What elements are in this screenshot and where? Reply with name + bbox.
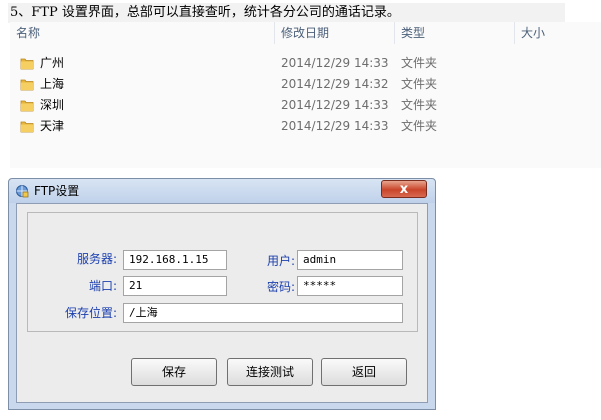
folder-icon — [20, 121, 34, 133]
column-header-modified[interactable]: 修改日期 — [274, 22, 394, 44]
server-label: 服务器: — [76, 252, 117, 266]
list-item[interactable]: 天津 2014/12/29 14:33 文件夹 — [10, 116, 601, 136]
folder-name-text: 天津 — [40, 119, 65, 133]
settings-group-box: 服务器: 192.168.1.15 用户: admin 端口: 21 密码: *… — [27, 212, 418, 332]
password-input[interactable]: ***** — [297, 276, 403, 296]
user-input[interactable]: admin — [297, 250, 403, 270]
folder-name: 天津 — [20, 116, 64, 136]
user-label: 用户: — [266, 254, 295, 268]
file-explorer-list: 名称 修改日期 类型 大小 广州 2014/12/29 14:33 文件夹 上海… — [10, 22, 601, 168]
folder-name: 深圳 — [20, 95, 64, 115]
dialog-title: FTP设置 — [34, 184, 80, 198]
item-type: 文件夹 — [401, 77, 438, 91]
column-header-name[interactable]: 名称 — [10, 22, 272, 44]
password-label: 密码: — [266, 280, 295, 294]
list-item[interactable]: 上海 2014/12/29 14:32 文件夹 — [10, 74, 601, 94]
server-input[interactable]: 192.168.1.15 — [123, 250, 227, 270]
port-input[interactable]: 21 — [123, 276, 227, 296]
ftp-settings-dialog: FTP设置 x 服务器: 192.168.1.15 用户: admin 端口: … — [8, 178, 436, 410]
column-header-size[interactable]: 大小 — [514, 22, 601, 44]
folder-icon — [20, 79, 34, 91]
close-icon: x — [399, 182, 409, 197]
list-item[interactable]: 深圳 2014/12/29 14:33 文件夹 — [10, 95, 601, 115]
folder-name-text: 深圳 — [40, 98, 65, 112]
folder-name: 广州 — [20, 53, 64, 73]
connection-test-button[interactable]: 连接测试 — [227, 358, 313, 386]
back-button[interactable]: 返回 — [321, 358, 407, 386]
item-type: 文件夹 — [401, 56, 438, 70]
item-type: 文件夹 — [401, 119, 438, 133]
save-path-input[interactable]: /上海 — [123, 303, 403, 323]
modified-date: 2014/12/29 14:33 — [281, 119, 389, 133]
list-item[interactable]: 广州 2014/12/29 14:33 文件夹 — [10, 53, 601, 73]
save-path-label: 保存位置: — [64, 306, 117, 320]
save-button[interactable]: 保存 — [131, 358, 217, 386]
folder-name: 上海 — [20, 74, 64, 94]
folder-icon — [20, 100, 34, 112]
page-caption: 5、FTP 设置界面，总部可以直接查听，统计各分公司的通话记录。 — [8, 3, 565, 23]
dialog-titlebar[interactable]: FTP设置 x — [9, 179, 435, 203]
column-headers: 名称 修改日期 类型 大小 — [10, 22, 601, 44]
network-settings-icon — [16, 185, 29, 198]
folder-name-text: 上海 — [40, 77, 65, 91]
close-button[interactable]: x — [381, 180, 427, 198]
item-type: 文件夹 — [401, 98, 438, 112]
modified-date: 2014/12/29 14:32 — [281, 77, 389, 91]
modified-date: 2014/12/29 14:33 — [281, 56, 389, 70]
folder-icon — [20, 58, 34, 70]
folder-name-text: 广州 — [40, 56, 65, 70]
modified-date: 2014/12/29 14:33 — [281, 98, 389, 112]
dialog-client-area: 服务器: 192.168.1.15 用户: admin 端口: 21 密码: *… — [16, 203, 428, 403]
column-header-type[interactable]: 类型 — [394, 22, 514, 44]
port-label: 端口: — [88, 279, 117, 293]
